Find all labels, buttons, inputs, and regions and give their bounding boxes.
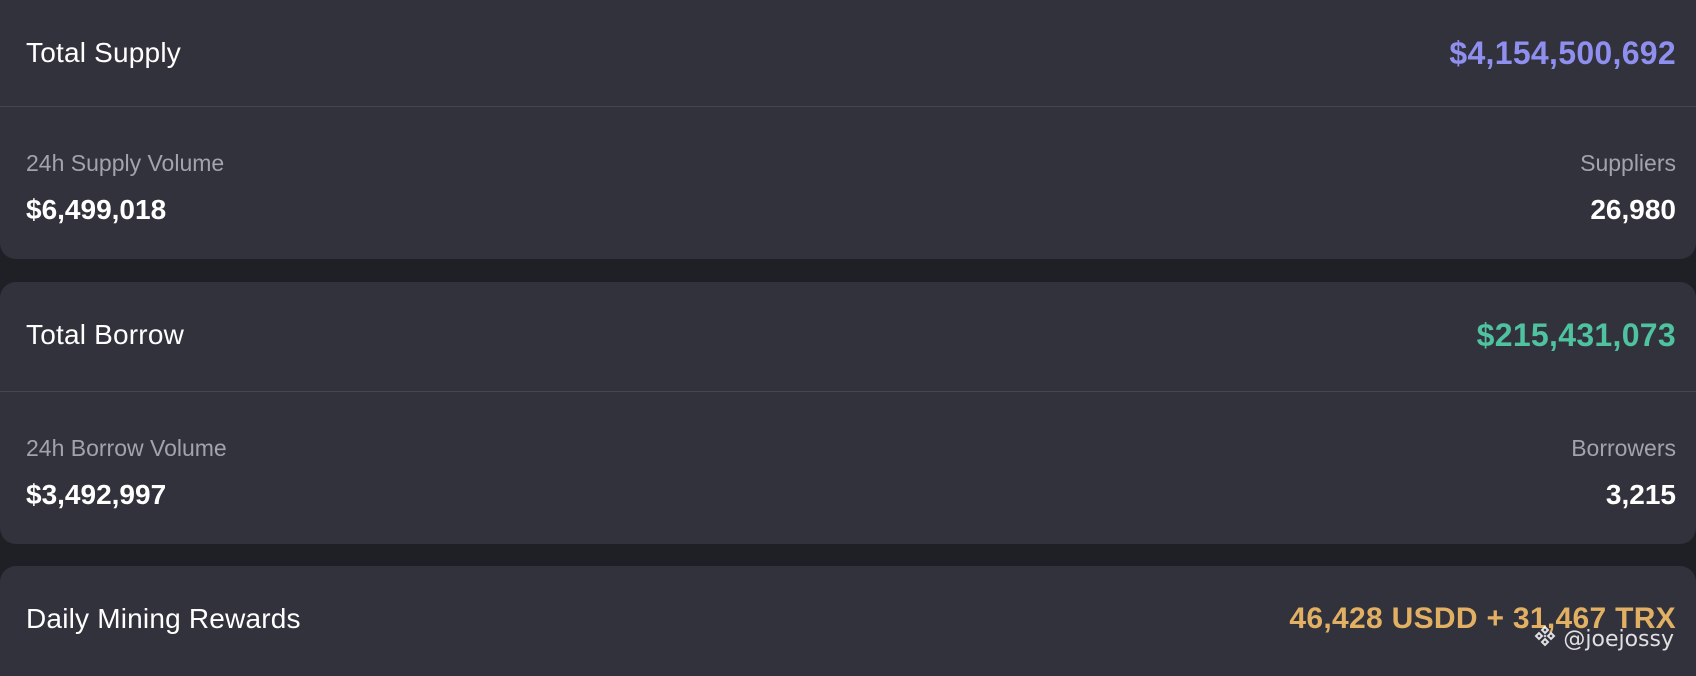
supply-volume-value: $6,499,018 xyxy=(26,194,167,225)
supply-stats: 24h Supply Volume $6,499,018 Suppliers 2… xyxy=(26,107,1676,259)
supply-header: Total Supply $4,154,500,692 xyxy=(26,0,1676,106)
suppliers-value: 26,980 xyxy=(1590,194,1676,225)
watermark-handle: @joejossy xyxy=(1563,626,1674,652)
borrow-volume-stat: 24h Borrow Volume $3,492,997 xyxy=(26,392,227,544)
borrowers-stat: Borrowers 3,215 xyxy=(1571,392,1676,544)
total-borrow-value: $215,431,073 xyxy=(1476,316,1676,353)
watermark: @joejossy xyxy=(1533,624,1674,654)
total-supply-title: Total Supply xyxy=(26,37,181,68)
borrow-header: Total Borrow $215,431,073 xyxy=(26,282,1676,388)
supply-card: Total Supply $4,154,500,692 24h Supply V… xyxy=(0,0,1696,259)
supply-volume-label: 24h Supply Volume xyxy=(26,150,225,176)
total-supply-value: $4,154,500,692 xyxy=(1449,34,1676,71)
borrowers-label: Borrowers xyxy=(1571,435,1676,461)
borrow-card: Total Borrow $215,431,073 24h Borrow Vol… xyxy=(0,282,1696,544)
total-borrow-title: Total Borrow xyxy=(26,319,185,350)
suppliers-stat: Suppliers 26,980 xyxy=(1580,107,1676,259)
rewards-header: Daily Mining Rewards 46,428 USDD + 31,46… xyxy=(26,566,1676,672)
borrow-volume-label: 24h Borrow Volume xyxy=(26,435,227,461)
borrow-stats: 24h Borrow Volume $3,492,997 Borrowers 3… xyxy=(26,392,1676,544)
binance-logo-icon xyxy=(1533,624,1557,654)
borrowers-value: 3,215 xyxy=(1605,479,1676,510)
suppliers-label: Suppliers xyxy=(1580,150,1676,176)
borrow-volume-value: $3,492,997 xyxy=(26,479,167,510)
daily-mining-rewards-title: Daily Mining Rewards xyxy=(26,603,301,634)
rewards-card: Daily Mining Rewards 46,428 USDD + 31,46… xyxy=(0,566,1696,676)
supply-volume-stat: 24h Supply Volume $6,499,018 xyxy=(26,107,224,259)
